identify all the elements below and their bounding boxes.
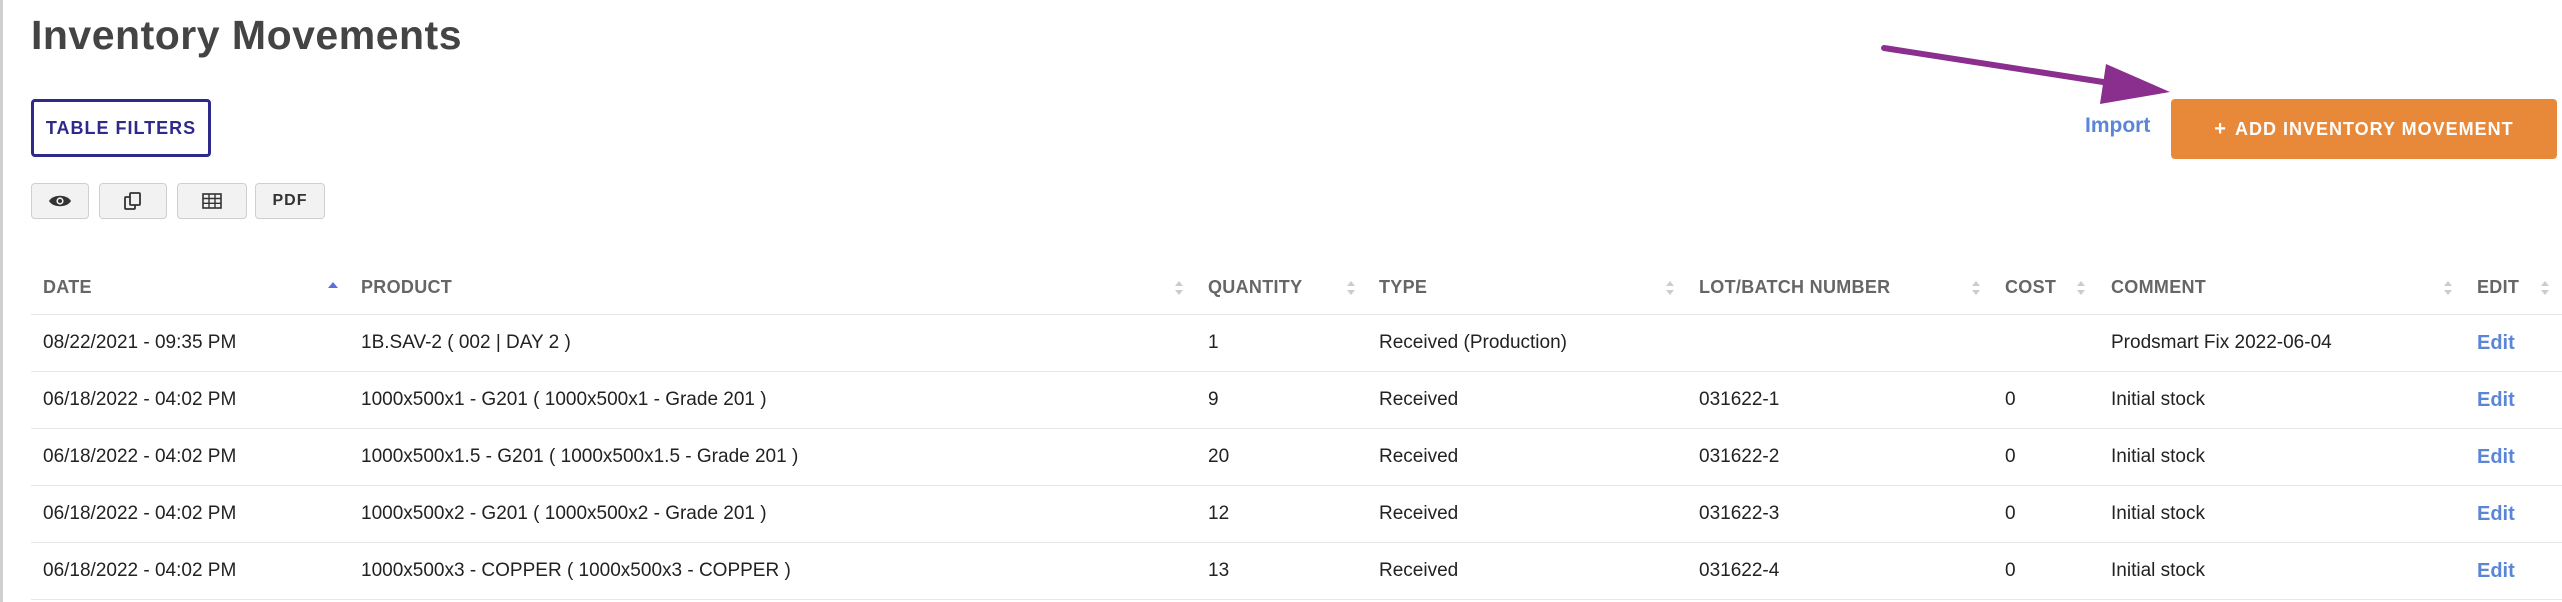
column-visibility-button[interactable] — [31, 183, 89, 219]
cell-date: 06/18/2022 - 04:02 PM — [43, 446, 237, 467]
eye-icon — [49, 195, 71, 207]
left-border — [0, 0, 3, 602]
sort-icon — [1347, 281, 1355, 295]
cell-date: 08/22/2021 - 09:35 PM — [43, 332, 237, 353]
edit-link[interactable]: Edit — [2477, 429, 2515, 485]
header-date[interactable]: DATE — [43, 260, 92, 314]
cell-product: 1000x500x2 - G201 ( 1000x500x2 - Grade 2… — [361, 503, 767, 524]
cell-date: 06/18/2022 - 04:02 PM — [43, 560, 237, 581]
sort-icon — [2541, 281, 2549, 295]
header-quantity[interactable]: QUANTITY — [1208, 260, 1302, 314]
cell-quantity: 9 — [1208, 389, 1219, 410]
header-type[interactable]: TYPE — [1379, 260, 1427, 314]
table-icon — [202, 193, 222, 209]
cell-type: Received — [1379, 446, 1459, 467]
table-row: 08/22/2021 - 09:35 PM 1B.SAV-2 ( 002 | D… — [31, 315, 2562, 372]
cell-type: Received — [1379, 560, 1459, 581]
plus-icon: + — [2214, 117, 2227, 140]
cell-lot: 031622-1 — [1699, 389, 1780, 410]
header-product[interactable]: PRODUCT — [361, 260, 452, 314]
cell-quantity: 13 — [1208, 560, 1230, 581]
sort-icon — [1666, 281, 1674, 295]
cell-product: 1000x500x1 - G201 ( 1000x500x1 - Grade 2… — [361, 389, 767, 410]
copy-icon — [124, 192, 141, 210]
edit-link[interactable]: Edit — [2477, 486, 2515, 542]
sort-icon — [2444, 281, 2452, 295]
cell-quantity: 12 — [1208, 503, 1230, 524]
table-row: 06/18/2022 - 04:02 PM 1000x500x1 - G201 … — [31, 372, 2562, 429]
copy-button[interactable] — [99, 183, 167, 219]
inventory-movements-table: DATE PRODUCT QUANTITY TYPE LOT/BATCH NUM… — [31, 260, 2562, 600]
table-header-row: DATE PRODUCT QUANTITY TYPE LOT/BATCH NUM… — [31, 260, 2562, 315]
edit-link[interactable]: Edit — [2477, 372, 2515, 428]
cell-cost: 0 — [2005, 389, 2016, 410]
csv-export-button[interactable] — [177, 183, 247, 219]
table-row: 06/18/2022 - 04:02 PM 1000x500x3 - COPPE… — [31, 543, 2562, 600]
cell-quantity: 20 — [1208, 446, 1230, 467]
header-edit[interactable]: EDIT — [2477, 260, 2519, 314]
cell-type: Received — [1379, 389, 1459, 410]
sort-icon — [2077, 281, 2085, 295]
sort-icon — [1972, 281, 1980, 295]
table-row: 06/18/2022 - 04:02 PM 1000x500x1.5 - G20… — [31, 429, 2562, 486]
sort-asc-icon — [328, 282, 338, 288]
annotation-arrow-icon — [1881, 45, 2170, 104]
add-inventory-movement-button[interactable]: + ADD INVENTORY MOVEMENT — [2171, 99, 2557, 159]
cell-comment: Initial stock — [2111, 503, 2205, 524]
cell-date: 06/18/2022 - 04:02 PM — [43, 503, 237, 524]
cell-cost: 0 — [2005, 560, 2016, 581]
cell-lot: 031622-4 — [1699, 560, 1780, 581]
edit-link[interactable]: Edit — [2477, 543, 2515, 599]
pdf-export-button[interactable]: PDF — [255, 183, 325, 219]
cell-quantity: 1 — [1208, 332, 1219, 353]
cell-date: 06/18/2022 - 04:02 PM — [43, 389, 237, 410]
cell-comment: Initial stock — [2111, 446, 2205, 467]
cell-cost: 0 — [2005, 446, 2016, 467]
pdf-label: PDF — [272, 192, 308, 209]
page-title: Inventory Movements — [31, 12, 462, 58]
cell-product: 1000x500x3 - COPPER ( 1000x500x3 - COPPE… — [361, 560, 791, 581]
cell-product: 1B.SAV-2 ( 002 | DAY 2 ) — [361, 332, 571, 353]
cell-cost: 0 — [2005, 503, 2016, 524]
sort-icon — [1175, 281, 1183, 295]
cell-lot: 031622-3 — [1699, 503, 1780, 524]
cell-type: Received — [1379, 503, 1459, 524]
header-comment[interactable]: COMMENT — [2111, 260, 2206, 314]
table-filters-button[interactable]: TABLE FILTERS — [31, 99, 211, 157]
header-cost[interactable]: COST — [2005, 260, 2056, 314]
edit-link[interactable]: Edit — [2477, 315, 2515, 371]
cell-comment: Prodsmart Fix 2022-06-04 — [2111, 332, 2332, 353]
import-link[interactable]: Import — [2085, 114, 2150, 138]
cell-comment: Initial stock — [2111, 560, 2205, 581]
table-row: 06/18/2022 - 04:02 PM 1000x500x2 - G201 … — [31, 486, 2562, 543]
cell-type: Received (Production) — [1379, 332, 1567, 353]
header-lot-batch-number[interactable]: LOT/BATCH NUMBER — [1699, 260, 1890, 314]
cell-lot: 031622-2 — [1699, 446, 1780, 467]
cell-product: 1000x500x1.5 - G201 ( 1000x500x1.5 - Gra… — [361, 446, 799, 467]
cell-comment: Initial stock — [2111, 389, 2205, 410]
add-button-label: ADD INVENTORY MOVEMENT — [2234, 118, 2514, 139]
